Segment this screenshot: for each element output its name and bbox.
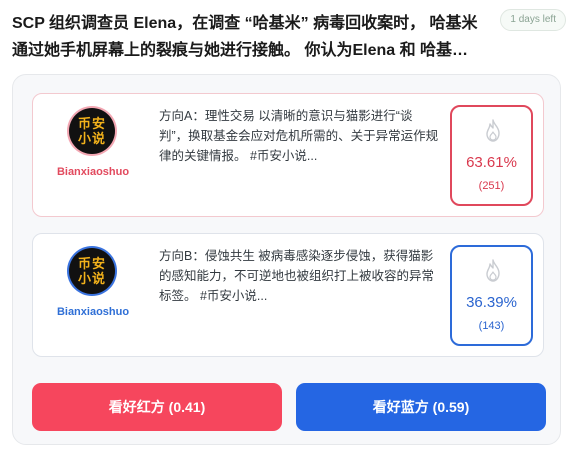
option-description: 方向A：理性交易 以清晰的意识与猫影进行“谈判”，换取基金会应对危机所需的、关于… [159, 109, 439, 163]
option-description: 方向B：侵蚀共生 被病毒感染逐步侵蚀，获得猫影的感知能力，不可逆地也被组织打上被… [159, 249, 435, 303]
option-vote-count: (251) [478, 180, 505, 192]
option-percent: 36.39% [466, 294, 517, 311]
option-a-card[interactable]: 币安小说 Bianxiaoshuo 方向A：理性交易 以清晰的意识与猫影进行“谈… [32, 93, 544, 217]
option-vote-count: (143) [478, 320, 505, 332]
avatar-logo-text: 币安小说 [77, 256, 106, 286]
fire-icon [486, 119, 500, 142]
avatar-logo-text: 币安小说 [77, 116, 106, 146]
option-author: Bianxiaoshuo [56, 306, 130, 318]
question-title: SCP 组织调查员 Elena，在调查 “哈基米” 病毒回收案时， 哈基米通过她… [12, 15, 478, 59]
option-author: Bianxiaoshuo [56, 166, 130, 178]
days-left-badge: 1 days left [500, 9, 566, 31]
avatar: 币安小说 [69, 248, 115, 294]
bet-red-button[interactable]: 看好红方 (0.41) [32, 383, 282, 431]
avatar: 币安小说 [69, 108, 115, 154]
bet-blue-button[interactable]: 看好蓝方 (0.59) [296, 383, 546, 431]
option-b-card[interactable]: 币安小说 Bianxiaoshuo 方向B：侵蚀共生 被病毒感染逐步侵蚀，获得猫… [32, 233, 544, 357]
option-a-stat[interactable]: 63.61% (251) [450, 105, 533, 206]
option-b-stat[interactable]: 36.39% (143) [450, 245, 533, 346]
options-panel: 币安小说 Bianxiaoshuo 方向A：理性交易 以清晰的意识与猫影进行“谈… [12, 74, 561, 445]
prediction-card: SCP 组织调查员 Elena，在调查 “哈基米” 病毒回收案时， 哈基米通过她… [0, 0, 574, 460]
fire-icon [486, 259, 500, 282]
option-percent: 63.61% [466, 154, 517, 171]
